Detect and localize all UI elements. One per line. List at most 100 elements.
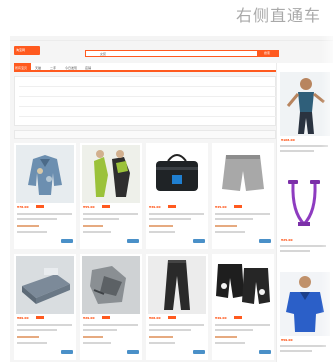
meta-line <box>83 231 111 233</box>
filter-row-divider <box>19 86 279 87</box>
top-bar <box>10 36 333 41</box>
product-card[interactable]: ¥49.00 <box>212 254 274 360</box>
shorts-pair-product-icon[interactable] <box>214 256 272 314</box>
add-cart-button[interactable] <box>193 350 205 354</box>
product-card[interactable]: ¥29.00 <box>80 254 142 360</box>
filter-row-divider <box>19 96 279 97</box>
add-cart-button[interactable] <box>61 350 73 354</box>
product-card[interactable]: ¥68.00 <box>146 254 208 360</box>
bedding-product-icon[interactable] <box>16 256 74 314</box>
product-card[interactable]: ¥39.00 <box>146 143 208 249</box>
promo-badge <box>234 316 242 319</box>
title-line <box>83 218 119 220</box>
tab-label-0[interactable]: 所有宝贝 <box>15 66 27 70</box>
shop-line <box>215 336 237 338</box>
product-price: ¥55.00 <box>83 205 95 209</box>
search-button-label: 搜索 <box>264 51 271 55</box>
title-line <box>149 324 204 326</box>
promo-badge <box>234 205 242 208</box>
promo-badge <box>102 205 110 208</box>
add-cart-button[interactable] <box>259 239 271 243</box>
promo-badge <box>168 316 176 319</box>
tab-label-4[interactable]: 店铺 <box>85 66 91 70</box>
filter-row-divider <box>19 106 279 107</box>
meta-line <box>215 342 245 344</box>
shop-line <box>83 225 103 227</box>
product-card[interactable]: ¥55.00 <box>80 143 142 249</box>
product-price: ¥78.00 <box>17 205 29 209</box>
add-cart-button[interactable] <box>259 350 271 354</box>
shop-line <box>149 225 173 227</box>
title-line <box>215 213 270 215</box>
title-line <box>83 329 117 331</box>
add-cart-button[interactable] <box>127 350 139 354</box>
search-input[interactable]: 女装 <box>85 50 263 57</box>
logo-text: 淘宝网 <box>16 48 26 52</box>
meta-line <box>17 231 47 233</box>
title-line <box>215 329 253 331</box>
title-line <box>17 329 57 331</box>
product-price: ¥29.00 <box>83 316 95 320</box>
screenshot-panel: 淘宝网 女装 搜索 所有宝贝 天猫 二手 今日发现 店铺 ¥78.00 ¥55.… <box>10 36 333 362</box>
headline-right-through-train: 右侧直通车 <box>236 6 322 25</box>
product-card[interactable]: ¥45.00 <box>212 143 274 249</box>
title-line <box>149 213 204 215</box>
shop-line <box>149 336 173 338</box>
title-line <box>17 213 72 215</box>
add-cart-button[interactable] <box>193 239 205 243</box>
title-line <box>83 213 138 215</box>
add-cart-button[interactable] <box>61 239 73 243</box>
product-price: ¥68.00 <box>149 316 161 320</box>
search-button[interactable]: 搜索 <box>257 50 279 57</box>
product-price: ¥45.00 <box>215 205 227 209</box>
add-cart-button[interactable] <box>127 239 139 243</box>
product-price: ¥89.00 <box>17 316 29 320</box>
side-ad-title <box>280 345 326 347</box>
side-ad-title <box>280 150 314 152</box>
promo-badge <box>168 205 176 208</box>
tracksuit-product-icon[interactable] <box>82 145 140 203</box>
shop-line <box>17 336 39 338</box>
sort-bar[interactable] <box>14 130 276 139</box>
shop-line <box>215 225 237 227</box>
clothes-product-icon[interactable] <box>82 256 140 314</box>
product-grid: ¥78.00 ¥55.00 ¥39.00 ¥45.00 ¥89.00 ¥29.0… <box>14 143 276 362</box>
title-line <box>17 324 72 326</box>
edge-fade <box>321 0 333 362</box>
jacket-product-icon[interactable] <box>16 145 74 203</box>
side-ad-price: ¥168.00 <box>281 138 295 142</box>
title-line <box>17 218 57 220</box>
side-ad-title <box>280 250 310 252</box>
product-card[interactable]: ¥89.00 <box>14 254 76 360</box>
side-ad-price: ¥59.00 <box>281 338 293 342</box>
site-logo[interactable]: 淘宝网 <box>14 46 40 55</box>
meta-line <box>83 342 111 344</box>
meta-line <box>17 342 47 344</box>
product-price: ¥49.00 <box>215 316 227 320</box>
side-ad-title <box>280 245 326 247</box>
meta-line <box>149 342 175 344</box>
meta-line <box>149 231 175 233</box>
tab-label-1[interactable]: 天猫 <box>35 66 41 70</box>
promo-badge <box>36 205 44 208</box>
promo-badge <box>36 316 44 319</box>
bag-product-icon[interactable] <box>148 145 206 203</box>
title-line <box>149 218 191 220</box>
shorts-product-icon[interactable] <box>214 145 272 203</box>
search-value: 女装 <box>100 52 107 56</box>
side-ad-price: ¥25.00 <box>281 238 293 242</box>
product-card[interactable]: ¥78.00 <box>14 143 76 249</box>
product-price: ¥39.00 <box>149 205 161 209</box>
shop-line <box>17 225 39 227</box>
title-line <box>149 329 191 331</box>
tab-label-3[interactable]: 今日发现 <box>65 66 77 70</box>
filter-row-divider <box>19 116 279 117</box>
filter-panel <box>14 76 279 126</box>
title-line <box>215 218 253 220</box>
side-ad-title <box>280 350 312 352</box>
title-line <box>215 324 270 326</box>
pants-product-icon[interactable] <box>148 256 206 314</box>
tab-label-2[interactable]: 二手 <box>50 66 56 70</box>
shop-line <box>83 336 103 338</box>
promo-badge <box>102 316 110 319</box>
